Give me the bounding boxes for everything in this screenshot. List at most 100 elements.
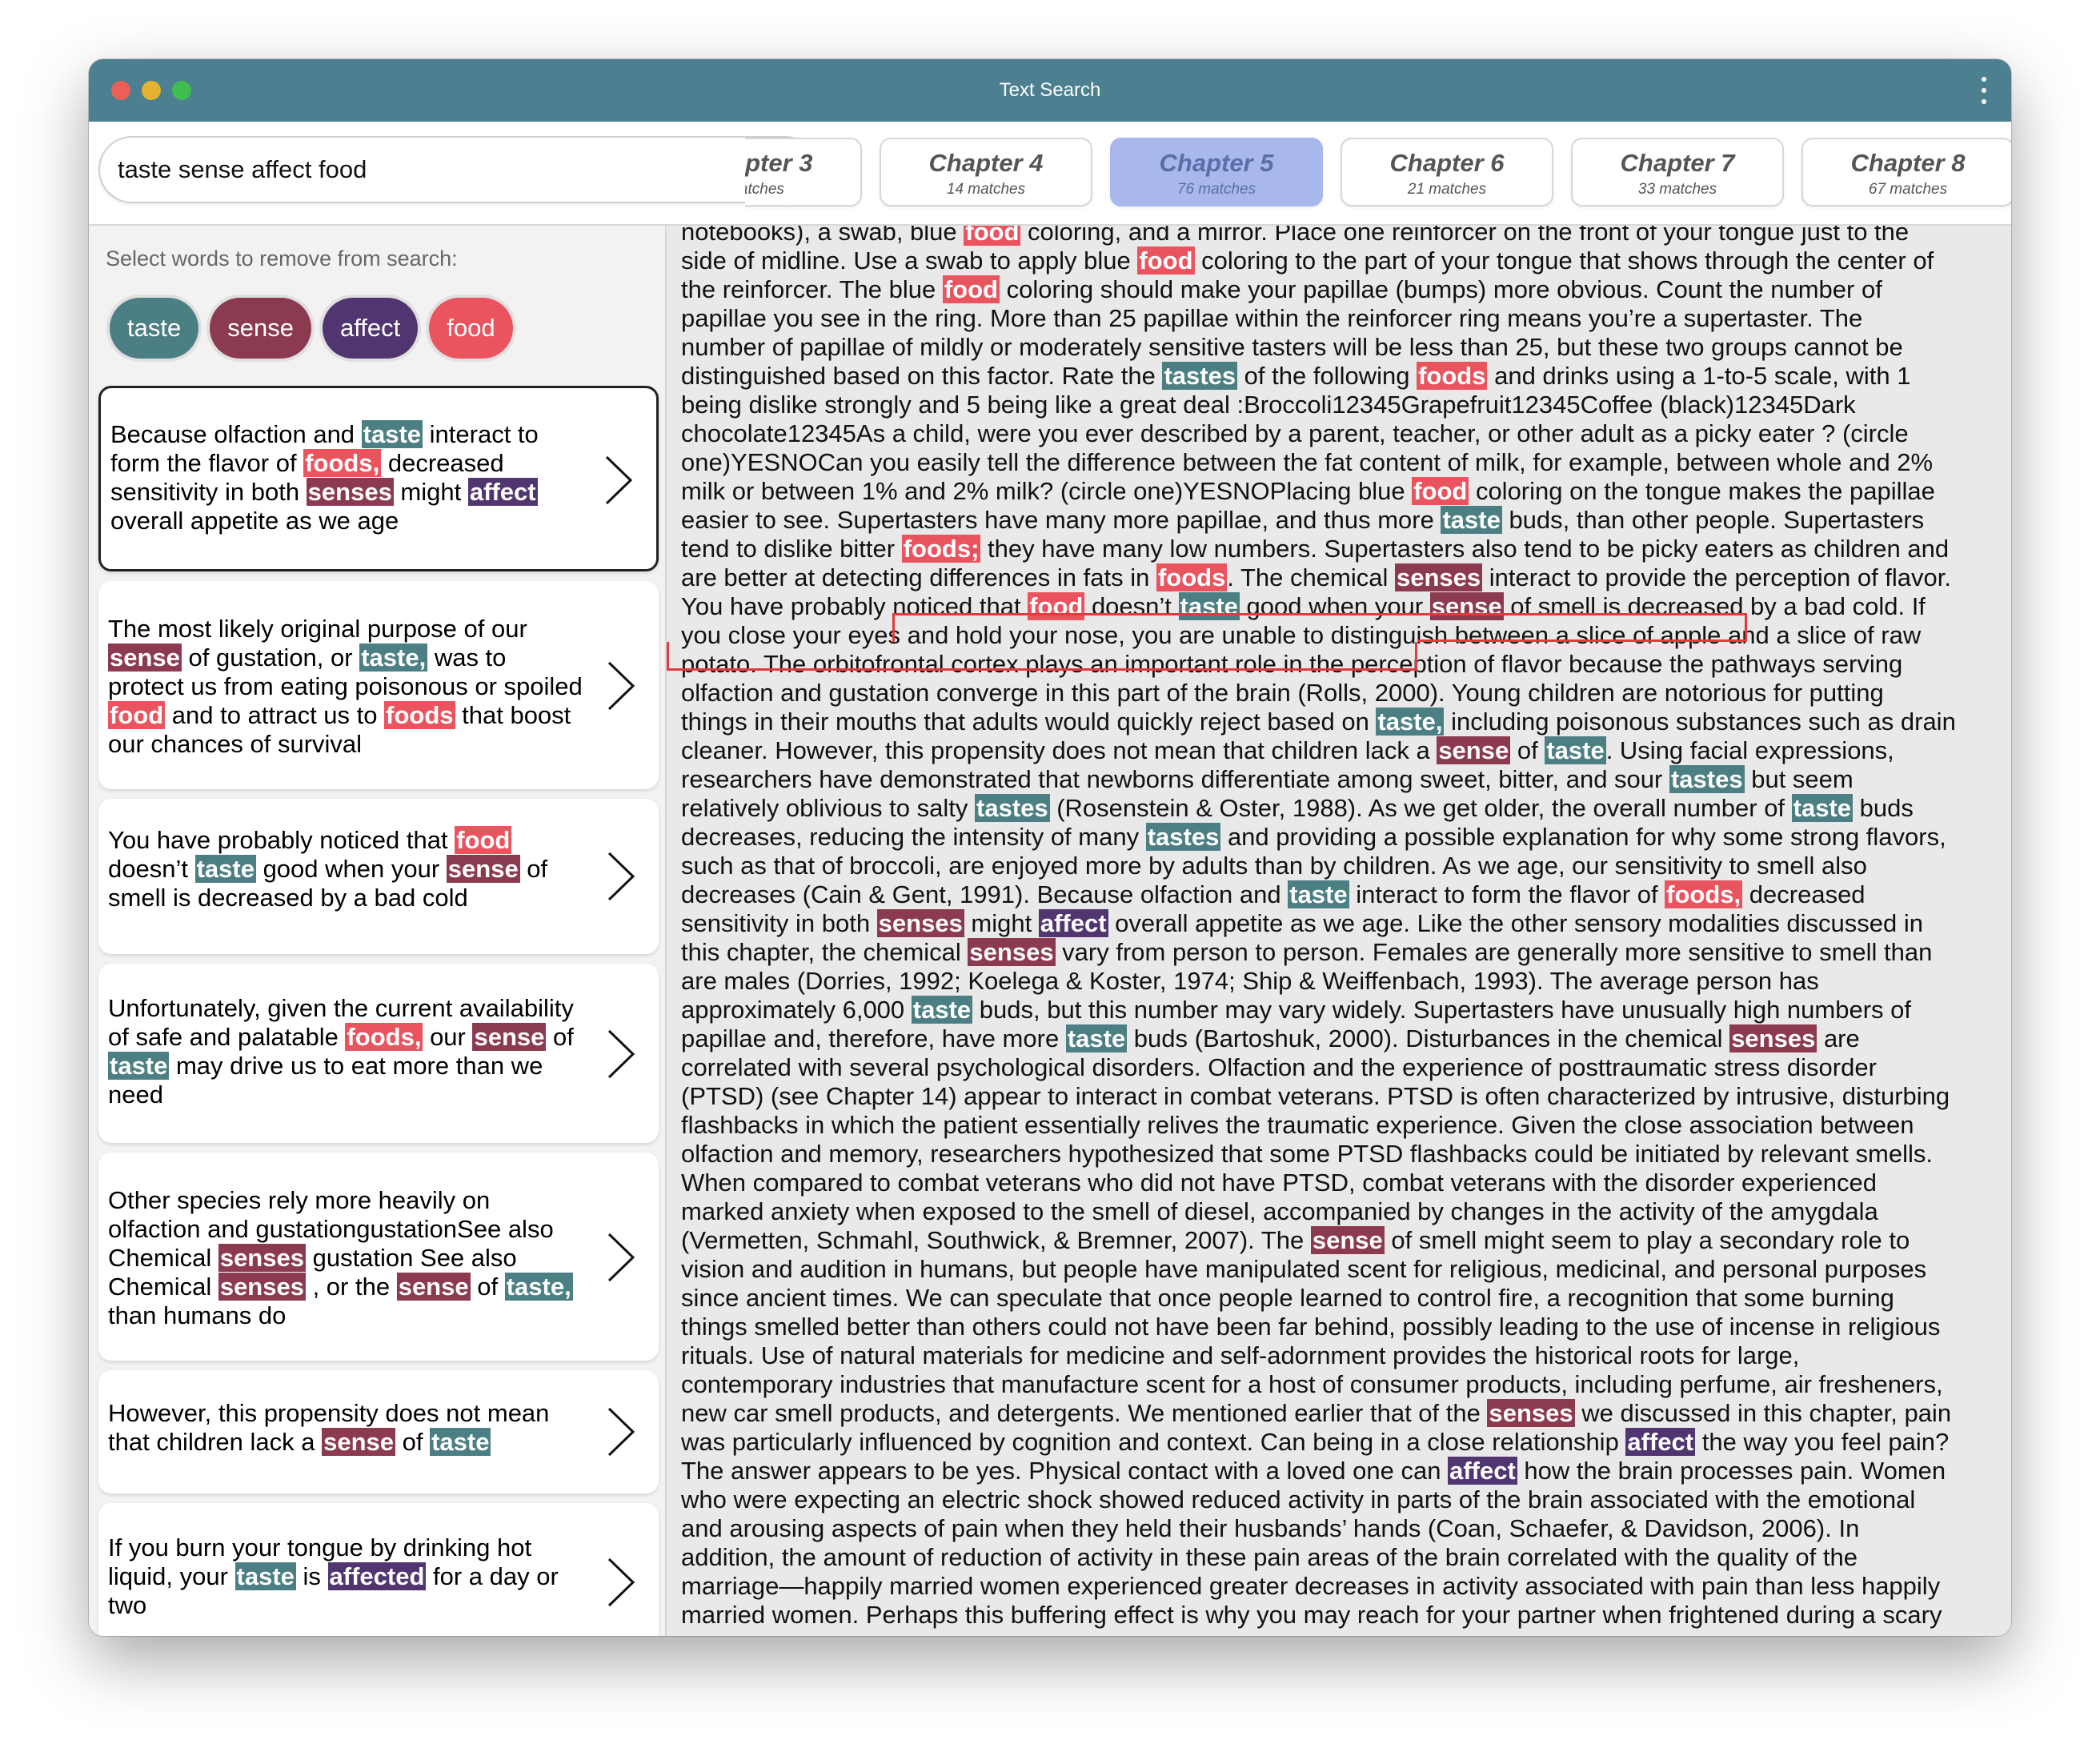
tab-chapter[interactable]: Chapter 8 67 matches xyxy=(1801,138,2011,206)
text-run: might xyxy=(964,909,1039,937)
text-run: . The chemical xyxy=(1227,563,1395,591)
text-run: we discussed in this chapter, pain xyxy=(1574,1399,1952,1427)
text-run: decreases, reducing the intensity of man… xyxy=(681,823,1146,851)
chevron-right-icon[interactable] xyxy=(603,850,638,903)
document-line: marriage—happily married women experienc… xyxy=(681,1572,2002,1601)
chip-taste[interactable]: taste xyxy=(110,298,199,359)
highlight-taste: taste xyxy=(430,1428,491,1456)
text-run: interact to provide the perception of fl… xyxy=(1482,563,1952,591)
highlight-taste: tastes xyxy=(1669,765,1745,793)
document-line: The answer appears to be yes. Physical c… xyxy=(681,1457,2002,1485)
text-run: contemporary industries that manufacture… xyxy=(681,1370,1943,1398)
result-snippet: Unfortunately, given the current availab… xyxy=(108,994,585,1109)
title-bar: Text Search xyxy=(89,59,2011,122)
document-line: new car smell products, and detergents. … xyxy=(681,1399,2002,1428)
document-line: milk or between 1% and 2% milk? (circle … xyxy=(681,477,2002,506)
result-card[interactable]: Other species rely more heavily on olfac… xyxy=(98,1153,659,1361)
text-run: buds xyxy=(1853,794,1914,822)
tab-label: Chapter 6 xyxy=(1389,149,1505,177)
highlight-taste: taste xyxy=(1545,736,1606,764)
document-line: (PTSD) (see Chapter 14) appear to intera… xyxy=(681,1082,2002,1111)
tab-chapter[interactable]: Chapter 6 21 matches xyxy=(1341,138,1553,206)
document-line: vision and audition in humans, but peopl… xyxy=(681,1255,2002,1284)
text-run: papillae you see in the ring. More than … xyxy=(681,304,1863,332)
highlight-sense: sense xyxy=(108,643,182,672)
more-options-icon[interactable] xyxy=(1981,77,1987,104)
tab-chapter[interactable]: Chapter 5 76 matches xyxy=(1110,138,1323,206)
result-card[interactable]: Unfortunately, given the current availab… xyxy=(98,964,659,1143)
result-snippet: The most likely original purpose of our … xyxy=(108,615,585,759)
highlight-sense: sense xyxy=(472,1023,547,1051)
chip-sense[interactable]: sense xyxy=(210,298,311,359)
result-card[interactable]: If you burn your tongue by drinking hot … xyxy=(98,1503,659,1636)
tab-label: Chapter 4 xyxy=(928,149,1044,177)
text-run: of xyxy=(1510,736,1545,764)
result-list: Because olfaction and taste interact to … xyxy=(98,386,659,1636)
text-run: potato. The orbitofrontal cortex plays a… xyxy=(681,650,1903,678)
text-run: including poisonous substances such as d… xyxy=(1444,708,1956,736)
highlight-taste: taste, xyxy=(1376,708,1445,736)
text-run: interact to form the flavor of xyxy=(1349,880,1665,908)
text-run: relatively oblivious to salty xyxy=(681,794,975,822)
tab-match-count: 76 matches xyxy=(1176,181,1256,198)
chevron-right-icon[interactable] xyxy=(603,1028,638,1080)
text-run: olfaction and memory, researchers hypoth… xyxy=(681,1140,1933,1168)
chevron-right-icon[interactable] xyxy=(603,1556,638,1609)
highlight-taste: taste xyxy=(1065,1024,1128,1052)
text-run: vary from person to person. Females are … xyxy=(1055,938,1933,966)
document-line: decreases (Cain & Gent, 1991). Because o… xyxy=(681,880,2002,909)
text-run: overall appetite as we age. Like the oth… xyxy=(1108,909,1923,937)
result-card[interactable]: Because olfaction and taste interact to … xyxy=(98,386,659,571)
chevron-right-icon[interactable] xyxy=(603,660,638,712)
text-run: olfaction and gustation converge in this… xyxy=(681,679,1884,707)
text-run: tend to dislike bitter xyxy=(681,535,902,563)
text-run: who were expecting an electric shock sho… xyxy=(681,1485,1916,1513)
result-card[interactable]: You have probably noticed that food does… xyxy=(98,799,659,954)
tab-chapter[interactable]: Chapter 3 matches xyxy=(745,138,862,206)
result-card[interactable]: However, this propensity does not mean t… xyxy=(98,1370,659,1493)
text-run: of the following xyxy=(1237,362,1417,390)
document-line: notebooks), a swab, blue food coloring, … xyxy=(681,226,2002,247)
chevron-right-icon[interactable] xyxy=(603,1405,638,1458)
document-line: tend to dislike bitter foods; they have … xyxy=(681,535,2002,563)
document-line: olfaction and gustation converge in this… xyxy=(681,679,2002,708)
document-line: papillae and, therefore, have more taste… xyxy=(681,1024,2002,1053)
document-line: things smelled better than others could … xyxy=(681,1313,2002,1341)
text-run: good when your xyxy=(1239,592,1430,620)
chip-food[interactable]: food xyxy=(429,298,513,359)
highlight-sense: senses xyxy=(1394,563,1483,591)
result-card[interactable]: The most likely original purpose of our … xyxy=(98,581,659,789)
highlight-food: food xyxy=(1412,477,1469,505)
text-run: You have probably noticed that xyxy=(108,826,455,854)
highlight-food: food xyxy=(964,226,1021,246)
text-run: than humans do xyxy=(108,1301,287,1329)
text-run: coloring should make your papillae (bump… xyxy=(1000,275,1882,303)
tab-match-count: 14 matches xyxy=(946,181,1026,198)
tab-chapter[interactable]: Chapter 7 33 matches xyxy=(1571,138,1784,206)
highlight-taste: taste, xyxy=(504,1273,573,1301)
document-line: contemporary industries that manufacture… xyxy=(681,1370,2002,1399)
chevron-right-icon[interactable] xyxy=(600,454,635,507)
text-run: they have many low numbers. Supertasters… xyxy=(980,535,1950,563)
text-run: notebooks), a swab, blue xyxy=(681,226,964,246)
document-line: addition, the amount of reduction of act… xyxy=(681,1543,2002,1572)
text-run: (Vermetten, Schmahl, Southwick, & Bremne… xyxy=(681,1226,1311,1254)
chip-affect[interactable]: affect xyxy=(322,298,419,359)
text-run: might xyxy=(393,478,468,506)
tab-label: Chapter 5 xyxy=(1159,149,1274,177)
document-view: notebooks), a swab, blue food coloring, … xyxy=(667,226,2011,1636)
text-run: and arousing aspects of pain when they h… xyxy=(681,1514,1860,1542)
document-line: since ancient times. We can speculate th… xyxy=(681,1284,2002,1313)
highlight-sense: senses xyxy=(1487,1399,1575,1427)
text-run: the reinforcer. The blue xyxy=(681,275,943,303)
tab-match-count: 67 matches xyxy=(1868,181,1948,198)
text-run: since ancient times. We can speculate th… xyxy=(681,1284,1894,1312)
search-input[interactable] xyxy=(98,136,819,203)
chevron-right-icon[interactable] xyxy=(603,1231,638,1284)
text-run: . Using facial expressions, xyxy=(1605,736,1894,764)
tab-chapter[interactable]: Chapter 4 14 matches xyxy=(880,138,1092,206)
text-run: decreased xyxy=(1742,880,1866,908)
highlight-affect: affected xyxy=(327,1562,427,1590)
text-run: buds, than other people. Supertasters xyxy=(1501,506,1925,534)
remove-words-label: Select words to remove from search: xyxy=(106,247,458,271)
